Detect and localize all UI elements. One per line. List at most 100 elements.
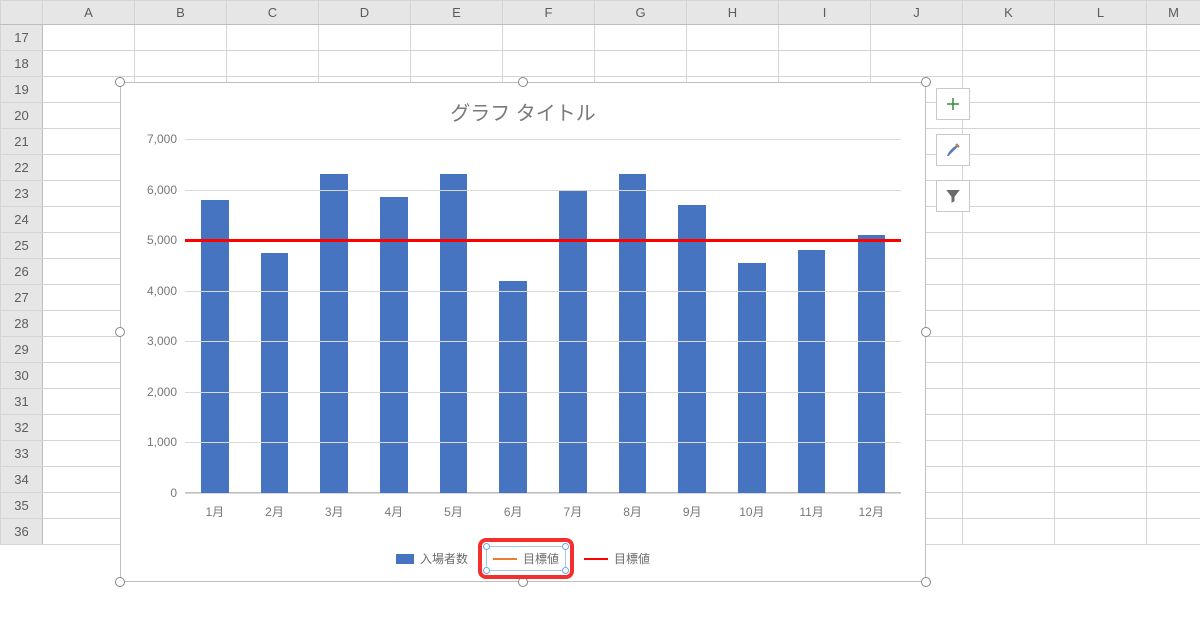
cell[interactable] xyxy=(1147,389,1200,415)
cell[interactable] xyxy=(963,389,1055,415)
cell[interactable] xyxy=(1055,259,1147,285)
row-header[interactable]: 28 xyxy=(1,311,43,337)
legend-item-bar[interactable]: 入場者数 xyxy=(396,550,468,567)
cell[interactable] xyxy=(1147,155,1200,181)
cell[interactable] xyxy=(779,25,871,51)
data-bar[interactable] xyxy=(499,281,526,493)
cell[interactable] xyxy=(1055,311,1147,337)
cell[interactable] xyxy=(319,51,411,77)
selection-handle[interactable] xyxy=(483,567,490,574)
cell[interactable] xyxy=(1147,493,1200,519)
cell[interactable] xyxy=(1055,441,1147,467)
cell[interactable] xyxy=(963,207,1055,233)
cell[interactable] xyxy=(1055,493,1147,519)
cell[interactable] xyxy=(411,25,503,51)
chart-styles-button[interactable] xyxy=(936,134,970,166)
row-header[interactable]: 34 xyxy=(1,467,43,493)
cell[interactable] xyxy=(963,259,1055,285)
cell[interactable] xyxy=(963,103,1055,129)
row-header[interactable]: 21 xyxy=(1,129,43,155)
chart-title[interactable]: グラフ タイトル xyxy=(121,83,925,132)
cell[interactable] xyxy=(411,51,503,77)
cell[interactable] xyxy=(687,51,779,77)
col-header[interactable]: C xyxy=(227,1,319,25)
row-header[interactable]: 30 xyxy=(1,363,43,389)
col-header[interactable]: J xyxy=(871,1,963,25)
cell[interactable] xyxy=(135,51,227,77)
cell[interactable] xyxy=(963,415,1055,441)
cell[interactable] xyxy=(963,233,1055,259)
row-header[interactable]: 26 xyxy=(1,259,43,285)
cell[interactable] xyxy=(963,337,1055,363)
chart-elements-button[interactable] xyxy=(936,88,970,120)
cell[interactable] xyxy=(227,51,319,77)
data-bar[interactable] xyxy=(619,174,646,493)
resize-handle[interactable] xyxy=(518,77,528,87)
data-bar[interactable] xyxy=(858,235,885,493)
row-header[interactable]: 29 xyxy=(1,337,43,363)
cell[interactable] xyxy=(1147,415,1200,441)
resize-handle[interactable] xyxy=(921,327,931,337)
cell[interactable] xyxy=(1147,259,1200,285)
chart-legend[interactable]: 入場者数 目標値 目標値 xyxy=(121,546,925,571)
cell[interactable] xyxy=(1055,285,1147,311)
plot-area[interactable]: 1月2月3月4月5月6月7月8月9月10月11月12月 01,0002,0003… xyxy=(185,139,901,493)
cell[interactable] xyxy=(503,25,595,51)
resize-handle[interactable] xyxy=(921,77,931,87)
resize-handle[interactable] xyxy=(518,577,528,587)
data-bar[interactable] xyxy=(798,250,825,493)
cell[interactable] xyxy=(963,311,1055,337)
cell[interactable] xyxy=(963,181,1055,207)
cell[interactable] xyxy=(1055,155,1147,181)
cell[interactable] xyxy=(1147,285,1200,311)
data-bar[interactable] xyxy=(440,174,467,493)
col-header[interactable]: L xyxy=(1055,1,1147,25)
cell[interactable] xyxy=(963,285,1055,311)
cell[interactable] xyxy=(871,51,963,77)
cell[interactable] xyxy=(1147,519,1200,545)
selection-handle[interactable] xyxy=(562,543,569,550)
cell[interactable] xyxy=(1055,233,1147,259)
cell[interactable] xyxy=(503,51,595,77)
col-header[interactable]: A xyxy=(43,1,135,25)
select-all-corner[interactable] xyxy=(1,1,43,25)
cell[interactable] xyxy=(1055,77,1147,103)
row-header[interactable]: 18 xyxy=(1,51,43,77)
data-bar[interactable] xyxy=(261,253,288,493)
cell[interactable] xyxy=(963,493,1055,519)
row-header[interactable]: 22 xyxy=(1,155,43,181)
resize-handle[interactable] xyxy=(115,327,125,337)
cell[interactable] xyxy=(1055,415,1147,441)
cell[interactable] xyxy=(1055,467,1147,493)
cell[interactable] xyxy=(1147,25,1200,51)
resize-handle[interactable] xyxy=(115,577,125,587)
selection-handle[interactable] xyxy=(483,543,490,550)
row-header[interactable]: 36 xyxy=(1,519,43,545)
data-bar[interactable] xyxy=(320,174,347,493)
row-header[interactable]: 31 xyxy=(1,389,43,415)
data-bar[interactable] xyxy=(738,263,765,493)
cell[interactable] xyxy=(227,25,319,51)
col-header[interactable]: E xyxy=(411,1,503,25)
chart-filters-button[interactable] xyxy=(936,180,970,212)
cell[interactable] xyxy=(1147,441,1200,467)
row-header[interactable]: 32 xyxy=(1,415,43,441)
legend-item-target-orange[interactable]: 目標値 xyxy=(486,546,566,571)
col-header[interactable]: G xyxy=(595,1,687,25)
cell[interactable] xyxy=(871,25,963,51)
col-header[interactable]: B xyxy=(135,1,227,25)
chart-object[interactable]: グラフ タイトル 1月2月3月4月5月6月7月8月9月10月11月12月 01,… xyxy=(120,82,926,582)
cell[interactable] xyxy=(1055,181,1147,207)
cell[interactable] xyxy=(1147,77,1200,103)
cell[interactable] xyxy=(319,25,411,51)
cell[interactable] xyxy=(1055,519,1147,545)
resize-handle[interactable] xyxy=(115,77,125,87)
cell[interactable] xyxy=(595,51,687,77)
cell[interactable] xyxy=(1055,25,1147,51)
cell[interactable] xyxy=(1147,207,1200,233)
cell[interactable] xyxy=(963,129,1055,155)
col-header[interactable]: K xyxy=(963,1,1055,25)
cell[interactable] xyxy=(963,363,1055,389)
cell[interactable] xyxy=(963,77,1055,103)
cell[interactable] xyxy=(1055,363,1147,389)
